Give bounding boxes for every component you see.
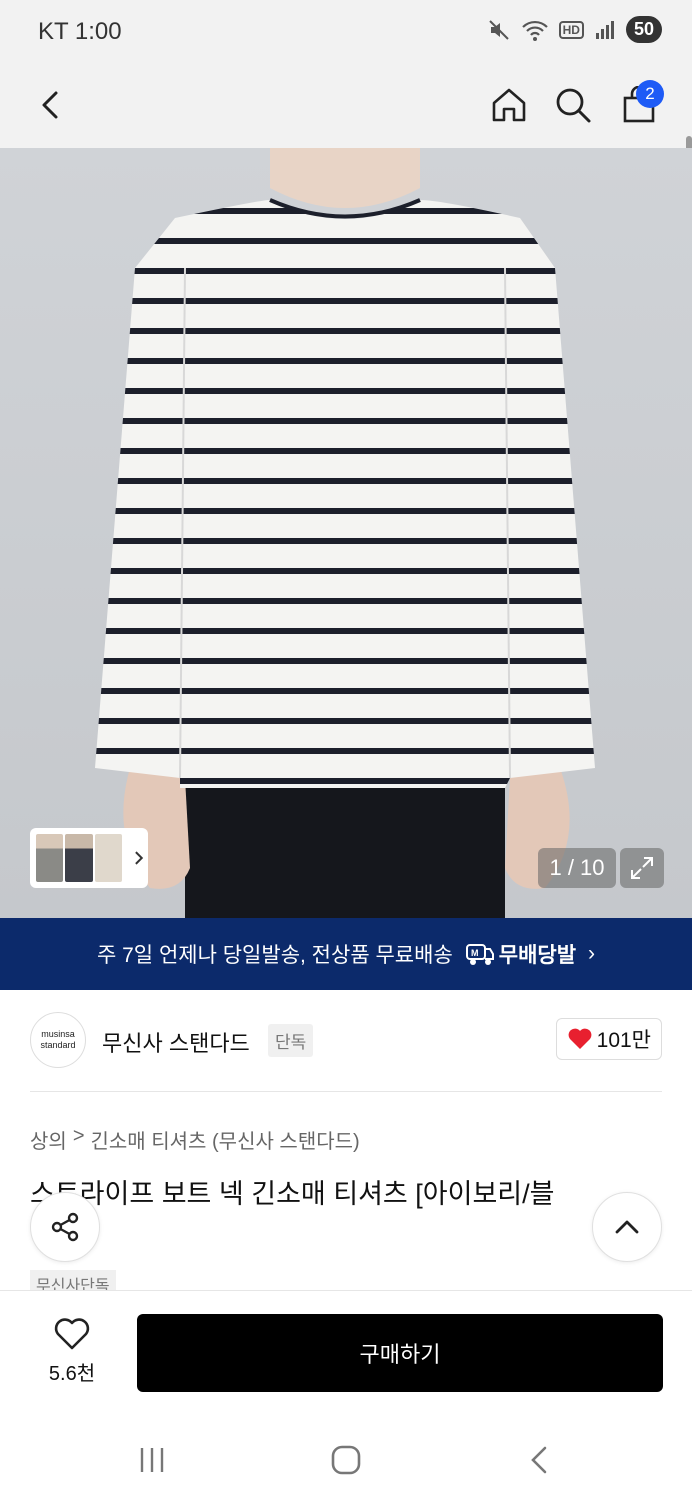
scroll-to-top-button[interactable] [592, 1192, 662, 1262]
wishlist-count: 5.6천 [48, 1363, 96, 1385]
cart-button[interactable]: 2 [614, 80, 664, 130]
thumbnail-2[interactable] [65, 834, 93, 882]
wishlist-button[interactable]: 5.6천 [40, 1317, 104, 1386]
back-button[interactable] [26, 80, 76, 130]
product-image-gallery[interactable]: 1 / 10 [0, 148, 692, 918]
status-icons: HD 50 [487, 16, 662, 43]
divider [30, 1091, 662, 1092]
thumbnail-strip[interactable] [30, 828, 148, 888]
share-button[interactable] [30, 1192, 100, 1262]
brand-logo[interactable]: musinsa standard [30, 1012, 86, 1068]
promo-badge-label: 무배당발 [498, 944, 577, 967]
brand-logo-line2: standard [40, 1040, 76, 1050]
expand-icon [631, 857, 653, 879]
heart-filled-icon [568, 1028, 592, 1049]
cart-count-badge: 2 [636, 80, 664, 108]
system-nav-bar [0, 1420, 692, 1500]
home-button[interactable] [484, 80, 534, 130]
chevron-right-icon [135, 851, 144, 865]
promo-text: 주 7일 언제나 당일발송, 전상품 무료배송 [96, 944, 453, 967]
brand-logo-line1: musinsa [41, 1029, 75, 1039]
recent-apps-icon [140, 1448, 164, 1472]
gallery-page-counter: 1 / 10 [538, 848, 616, 888]
status-bar: KT 1:00 HD 50 [0, 0, 692, 64]
chevron-right-icon: › [588, 942, 596, 965]
signal-icon [595, 20, 614, 39]
breadcrumb-category[interactable]: 상의 [30, 1125, 67, 1154]
brand-row: musinsa standard 무신사 스탠다드 단독 101만 [0, 1010, 692, 1072]
battery-icon: 50 [625, 16, 662, 43]
delivery-truck-icon: M [465, 944, 494, 965]
mute-icon [488, 19, 509, 40]
product-image [95, 148, 595, 918]
top-nav: 2 [0, 64, 692, 202]
free-shipping-banner[interactable]: 주 7일 언제나 당일발송, 전상품 무료배송 M 무배당발 › [0, 918, 692, 990]
system-back-button[interactable] [510, 1440, 570, 1480]
share-icon [51, 1212, 79, 1242]
brand-like-count: 101만 [596, 1029, 651, 1052]
promo-badge: M 무배당발 [465, 939, 576, 969]
home-icon [492, 88, 526, 122]
brand-like-button[interactable]: 101만 [555, 1018, 662, 1060]
hd-icon: HD [558, 20, 584, 39]
heart-outline-icon [54, 1318, 90, 1350]
breadcrumb-separator: > [72, 1125, 85, 1147]
thumbnail-1[interactable] [36, 834, 64, 882]
brand-name-link[interactable]: 무신사 스탠다드 [102, 1026, 250, 1058]
status-time: KT 1:00 [38, 18, 122, 45]
wifi-icon [521, 20, 548, 41]
product-title: 스트라이프 보트 넥 긴소매 티셔츠 [아이보리/블 [30, 1179, 555, 1209]
search-icon [556, 88, 591, 123]
recent-apps-button[interactable] [122, 1440, 182, 1480]
exclusive-tag: 단독 [268, 1024, 314, 1057]
breadcrumb: 상의 > 긴소매 티셔츠 (무신사 스탠다드) [30, 1125, 360, 1154]
purchase-bar: 5.6천 구매하기 [0, 1290, 692, 1420]
chevron-left-icon [42, 91, 58, 119]
breadcrumb-subcategory[interactable]: 긴소매 티셔츠 (무신사 스탠다드) [91, 1125, 360, 1154]
chevron-up-icon [615, 1220, 639, 1234]
home-nav-button[interactable] [316, 1440, 376, 1480]
buy-button[interactable]: 구매하기 [137, 1314, 663, 1392]
back-arrow-icon [531, 1446, 547, 1474]
svg-text:M: M [471, 948, 479, 958]
fullscreen-button[interactable] [620, 848, 664, 888]
thumbnail-3[interactable] [94, 834, 123, 882]
search-button[interactable] [548, 80, 598, 130]
home-circle-icon [331, 1445, 361, 1475]
